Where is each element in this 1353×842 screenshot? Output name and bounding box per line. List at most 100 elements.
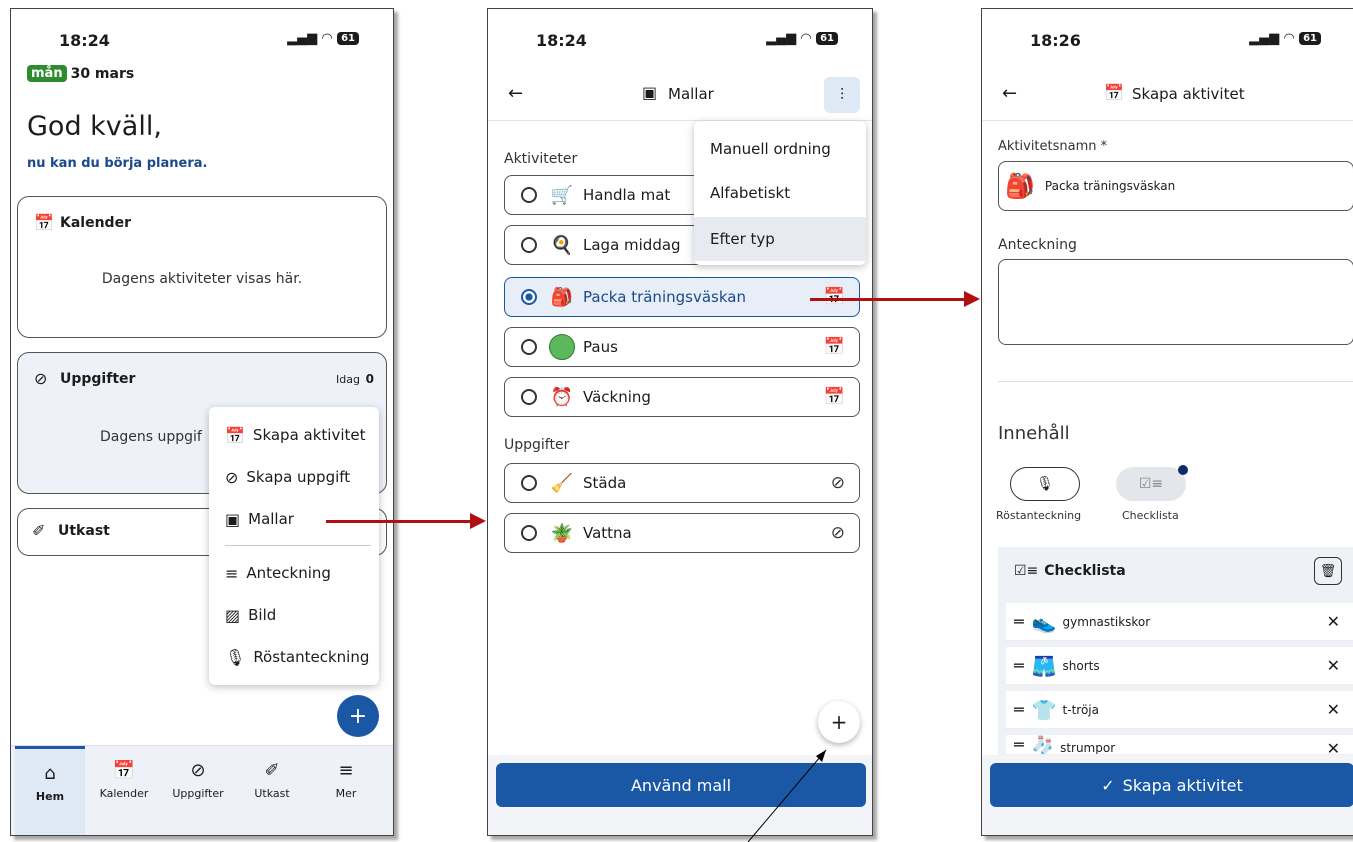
menu-divider	[225, 545, 371, 546]
cooking-pictogram-icon: 🍳	[550, 234, 574, 256]
template-label: Handla mat	[583, 186, 671, 204]
drag-handle-icon[interactable]: ═	[1014, 700, 1024, 719]
drafts-title: Utkast	[58, 523, 110, 539]
section-tasks: Uppgifter	[504, 437, 570, 453]
battery-icon: 61	[1299, 32, 1321, 45]
sort-manual[interactable]: Manuell ordning	[694, 127, 866, 171]
name-field[interactable]: 🎒 Packa träningsväskan	[998, 161, 1353, 211]
checklist-item[interactable]: ═ 👟 gymnastikskor ✕	[1006, 603, 1353, 641]
radio-button[interactable]	[521, 525, 537, 541]
app-bar: ← ▣ Mallar ⫶	[488, 69, 872, 121]
nav-calendar[interactable]: 📅 Kalender	[89, 746, 159, 800]
calendar-icon: 📅	[112, 760, 136, 781]
nav-drafts[interactable]: ✐ Utkast	[237, 746, 307, 800]
menu-create-activity-label: Skapa aktivitet	[252, 426, 366, 444]
calendar-icon: 📅	[34, 213, 54, 232]
template-row-vackning[interactable]: ⏰ Väckning 📅	[504, 377, 860, 417]
create-activity-button[interactable]: ✓ Skapa aktivitet	[990, 763, 1353, 807]
template-label: Paus	[583, 338, 618, 356]
fab-add[interactable]: +	[337, 695, 379, 737]
check-circle-icon: ⊘	[225, 467, 239, 487]
menu-voice[interactable]: 🎙 Röstanteckning	[209, 635, 379, 679]
back-arrow-icon[interactable]: ←	[508, 83, 523, 104]
note-field-label: Anteckning	[998, 237, 1077, 253]
checklist-item-label: gymnastikskor	[1062, 614, 1151, 629]
status-time: 18:24	[59, 31, 110, 50]
arrow-template-to-create	[810, 298, 968, 301]
menu-create-task[interactable]: ⊘ Skapa uppgift	[209, 455, 379, 499]
menu-templates[interactable]: ▣ Mallar	[209, 497, 379, 541]
radio-button[interactable]	[521, 389, 537, 405]
drag-handle-icon[interactable]: ═	[1014, 735, 1024, 754]
page-title: Mallar	[668, 85, 714, 103]
delete-icon[interactable]: 🗑	[1314, 557, 1342, 585]
remove-icon[interactable]: ✕	[1327, 700, 1340, 719]
sneakers-pictogram-icon: 👟	[1031, 609, 1057, 634]
remove-icon[interactable]: ✕	[1327, 739, 1340, 754]
template-row-vattna[interactable]: 🪴 Vattna ⊘	[504, 513, 860, 553]
radio-button[interactable]	[521, 339, 537, 355]
radio-button[interactable]	[521, 187, 537, 203]
check-circle-icon: ⊘	[830, 473, 845, 493]
shorts-pictogram-icon: 🩳	[1031, 653, 1057, 678]
battery-icon: 61	[337, 32, 359, 45]
menu-image[interactable]: ▨ Bild	[209, 593, 379, 637]
template-label: Städa	[583, 474, 627, 492]
status-bar: 18:26 ▂▄▆ ◠ 61	[982, 27, 1353, 55]
sort-menu: Manuell ordning Alfabetiskt Efter typ	[694, 121, 866, 265]
nav-tasks[interactable]: ⊘ Uppgifter	[163, 746, 233, 800]
radio-button-selected[interactable]	[521, 289, 537, 305]
checklist-item[interactable]: ═ 🩳 shorts ✕	[1006, 647, 1353, 685]
signal-icon: ▂▄▆	[1249, 31, 1280, 46]
checklist-icon: ☑≡	[1138, 476, 1164, 492]
radio-button[interactable]	[521, 237, 537, 253]
nav-home[interactable]: ⌂ Hem	[15, 746, 85, 835]
menu-create-activity[interactable]: 📅 Skapa aktivitet	[209, 413, 379, 457]
drag-handle-icon[interactable]: ═	[1014, 612, 1024, 631]
checklist-item-label: strumpor	[1060, 741, 1116, 755]
nav-more-label: Mer	[335, 787, 357, 800]
checklist-title: Checklista	[1044, 563, 1126, 579]
sort-alphabetical[interactable]: Alfabetiskt	[694, 171, 866, 215]
calendar-icon: 📅	[1104, 83, 1124, 102]
arrow-templates-to-list	[326, 520, 476, 523]
check-circle-icon: ⊘	[830, 523, 845, 543]
template-label: Packa träningsväskan	[583, 288, 746, 306]
voice-note-label: Röstanteckning	[996, 509, 1082, 522]
menu-note-label: Anteckning	[246, 564, 331, 582]
note-field[interactable]	[998, 259, 1353, 345]
check-circle-icon: ⊘	[34, 369, 48, 388]
create-activity-button-label: Skapa aktivitet	[1122, 775, 1243, 795]
tasks-empty-text: Dagens uppgif	[100, 429, 202, 445]
template-row-paus[interactable]: Paus 📅	[504, 327, 860, 367]
phone-home: 18:24 ▂▄▆ ◠ 61 mån 30 mars God kväll, nu…	[10, 8, 394, 836]
home-icon: ⌂	[44, 763, 56, 784]
template-row-packa-traningsvaskan[interactable]: 🎒 Packa träningsväskan 📅	[504, 277, 860, 317]
checkmark-icon: ✓	[1101, 775, 1115, 795]
status-icons: ▂▄▆ ◠ 61	[1249, 31, 1321, 46]
template-row-stada[interactable]: 🧹 Städa ⊘	[504, 463, 860, 503]
voice-note-chip[interactable]: 🎙	[1010, 467, 1080, 501]
name-field-value: Packa träningsväskan	[1044, 179, 1176, 193]
nav-more[interactable]: ≡ Mer	[311, 746, 381, 800]
section-activities: Aktiviteter	[504, 151, 578, 167]
radio-button[interactable]	[521, 475, 537, 491]
calendar-card[interactable]: 📅 Kalender Dagens aktiviteter visas här.	[17, 196, 387, 338]
back-arrow-icon[interactable]: ←	[1002, 83, 1017, 104]
sort-by-type[interactable]: Efter typ	[694, 217, 866, 261]
checklist-item[interactable]: ═ 🧦 strumpor ✕	[1006, 735, 1353, 755]
checklist-chip[interactable]: ☑≡	[1116, 465, 1188, 501]
date-header: mån 30 mars	[27, 65, 134, 82]
fab-add[interactable]: +	[818, 701, 860, 743]
checklist-header: ☑≡ Checklista 🗑	[998, 547, 1353, 595]
calendar-icon: 📅	[823, 337, 845, 357]
drag-handle-icon[interactable]: ═	[1014, 656, 1024, 675]
checklist-item[interactable]: ═ 👕 t-tröja ✕	[1006, 691, 1353, 729]
microphone-icon: 🎙	[1036, 476, 1054, 492]
alarm-clock-pictogram-icon: ⏰	[550, 386, 574, 408]
menu-note[interactable]: ≡ Anteckning	[209, 551, 379, 595]
remove-icon[interactable]: ✕	[1327, 656, 1340, 675]
menu-icon: ≡	[338, 760, 354, 781]
remove-icon[interactable]: ✕	[1327, 612, 1340, 631]
filter-icon[interactable]: ⫶	[824, 77, 860, 113]
